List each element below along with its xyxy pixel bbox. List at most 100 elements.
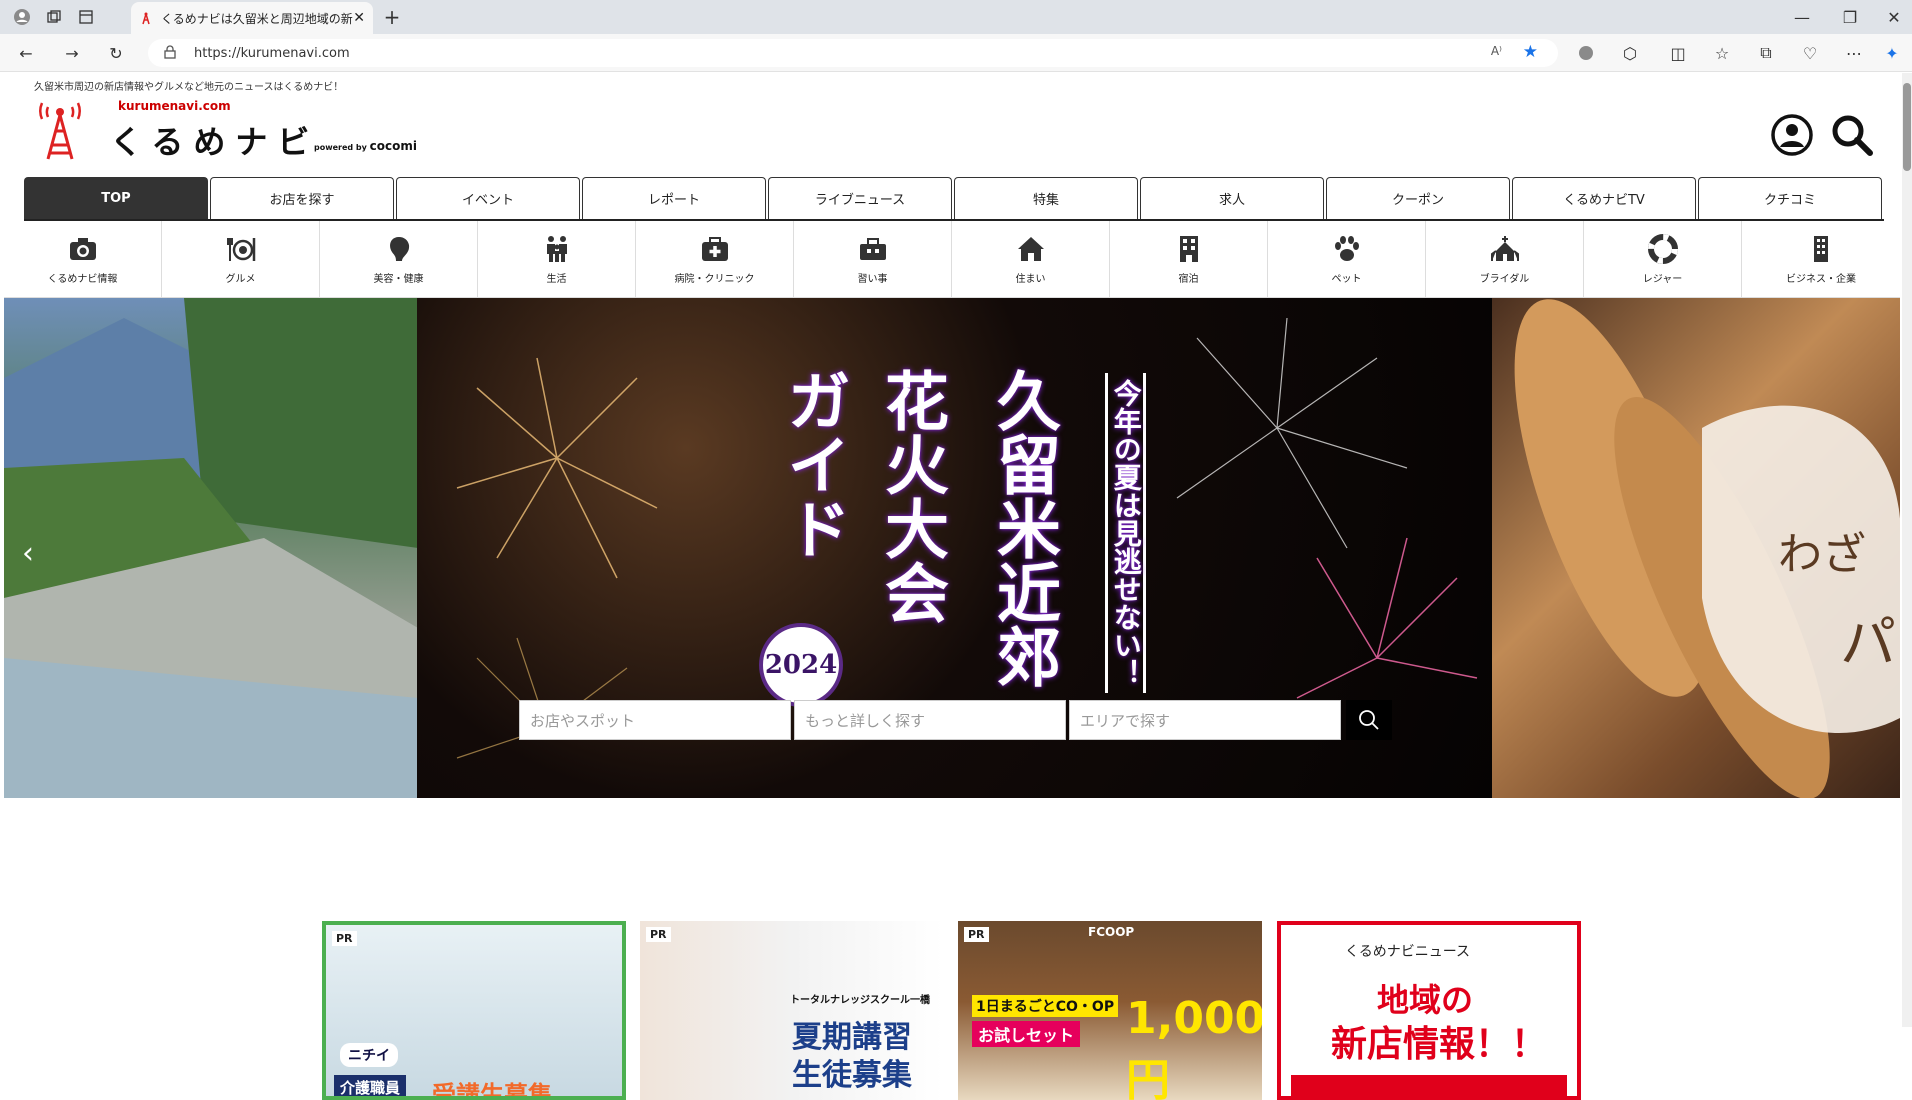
- url-field[interactable]: https://kurumenavi.com A⁾ ★: [148, 39, 1558, 67]
- page-scrollbar[interactable]: [1902, 73, 1912, 1027]
- river-landscape-image: [4, 298, 418, 798]
- powered-by-brand: cocomi: [369, 139, 418, 153]
- bread-slide-text: わざ: [1778, 529, 1866, 580]
- category-medical[interactable]: 病院・クリニック: [636, 221, 794, 298]
- area-search-input[interactable]: エリアで探す: [1069, 700, 1341, 740]
- school-name: トータルナレッジスクール一橋: [790, 995, 930, 1006]
- user-account-icon[interactable]: [1770, 113, 1814, 157]
- reload-icon[interactable]: ↻: [102, 39, 130, 67]
- tab-close-icon[interactable]: ✕: [353, 10, 365, 26]
- nav-tab-jobs[interactable]: 求人: [1140, 177, 1324, 219]
- nav-tab-coupons[interactable]: クーポン: [1326, 177, 1510, 219]
- minimize-icon[interactable]: —: [1788, 3, 1816, 31]
- favorites-icon[interactable]: ☆: [1708, 39, 1736, 67]
- category-label: ビジネス・企業: [1786, 274, 1856, 285]
- banner-subhead: お試しセット: [972, 1021, 1081, 1047]
- profile-icon[interactable]: [8, 3, 36, 31]
- back-icon[interactable]: ←: [12, 39, 40, 67]
- category-life[interactable]: 生活: [478, 221, 636, 298]
- category-beauty[interactable]: 美容・健康: [320, 221, 478, 298]
- category-gourmet[interactable]: グルメ: [162, 221, 320, 298]
- category-info[interactable]: くるめナビ情報: [4, 221, 162, 298]
- hotel-icon: [1179, 236, 1198, 262]
- scrollbar-thumb[interactable]: [1903, 83, 1911, 171]
- banner-headline: 夏期講習: [792, 1020, 912, 1055]
- camera-icon: [69, 238, 96, 260]
- web-page: 久留米市周辺の新店情報やグルメなど地元のニュースはくるめナビ！ kurumena…: [0, 73, 1912, 1100]
- nav-tab-features[interactable]: 特集: [954, 177, 1138, 219]
- category-label: ペット: [1331, 274, 1362, 285]
- nav-tab-reviews[interactable]: クチコミ: [1698, 177, 1882, 219]
- nav-tab-top[interactable]: TOP: [24, 177, 208, 219]
- slide-fireworks[interactable]: 久留米近郊 花火大会 ガイド 今年の夏は見逃せない！ 2024 お店やスポット …: [417, 298, 1492, 798]
- browser-essentials-icon[interactable]: ♡: [1796, 39, 1824, 67]
- powered-by-label: powered by: [314, 143, 367, 152]
- vertical-tabs-icon[interactable]: [72, 3, 100, 31]
- extensions-icon[interactable]: ⬡: [1616, 39, 1644, 67]
- banner-headline: 1日まるごとCO・OP: [972, 995, 1119, 1017]
- category-bridal[interactable]: ブライダル: [1426, 221, 1584, 298]
- read-aloud-icon[interactable]: A⁾: [1491, 44, 1502, 58]
- main-nav: TOP お店を探す イベント レポート ライブニュース 特集 求人 クーポン く…: [24, 177, 1884, 221]
- nav-tab-live-news[interactable]: ライブニュース: [768, 177, 952, 219]
- slide-bread[interactable]: わざ パ: [1492, 298, 1900, 798]
- magnifier-icon: [1359, 710, 1379, 730]
- split-screen-icon[interactable]: ◫: [1664, 39, 1692, 67]
- banner-subhead: 受講生募集: [432, 1081, 552, 1100]
- category-lodging[interactable]: 宿泊: [1110, 221, 1268, 298]
- nav-tab-events[interactable]: イベント: [396, 177, 580, 219]
- dining-icon: [226, 238, 255, 261]
- pr-tag: PR: [332, 931, 357, 946]
- nav-tab-shops[interactable]: お店を探す: [210, 177, 394, 219]
- slider-prev-icon[interactable]: ‹: [22, 536, 34, 571]
- more-menu-icon[interactable]: ⋯: [1840, 39, 1868, 67]
- favorite-star-icon[interactable]: ★: [1523, 42, 1538, 62]
- slide-river-photo[interactable]: ‹: [4, 298, 418, 798]
- logo-url: kurumenavi.com: [118, 99, 231, 113]
- lock-icon: [164, 45, 176, 63]
- category-housing[interactable]: 住まい: [952, 221, 1110, 298]
- search-icon[interactable]: [1830, 113, 1874, 157]
- category-label: 美容・健康: [373, 274, 424, 285]
- favicon-icon: [142, 12, 150, 25]
- logo-name[interactable]: くるめナビ: [110, 117, 319, 163]
- category-leisure[interactable]: レジャー: [1584, 221, 1742, 298]
- chapel-icon: [1490, 236, 1519, 261]
- banner-new-shops[interactable]: くるめナビニュース 地域の 新店情報！！: [1277, 921, 1581, 1100]
- banner-nichii[interactable]: PR ニチイ 介護職員 受講生募集: [322, 921, 626, 1100]
- workspaces-icon[interactable]: [40, 3, 68, 31]
- lesson-icon: [859, 238, 886, 260]
- nav-tab-tv[interactable]: くるめナビTV: [1512, 177, 1696, 219]
- extension-shield-icon[interactable]: [1572, 39, 1600, 67]
- hero-search-button[interactable]: [1346, 700, 1392, 740]
- category-label: くるめナビ情報: [47, 274, 118, 285]
- year-badge: 2024: [759, 623, 843, 707]
- detail-search-input[interactable]: もっと詳しく探す: [794, 700, 1066, 740]
- hero-title-line3: ガイド: [776, 368, 851, 560]
- banner-coop[interactable]: PR FCOOP 1日まるごとCO・OP お試しセット 1,000円: [958, 921, 1262, 1100]
- nav-tab-reports[interactable]: レポート: [582, 177, 766, 219]
- collections-icon[interactable]: ⧉: [1752, 39, 1780, 67]
- radio-tower-icon[interactable]: [34, 101, 86, 161]
- active-browser-tab[interactable]: くるめナビは久留米と周辺地域の新店... ✕: [131, 2, 373, 34]
- new-tab-button[interactable]: +: [378, 3, 406, 31]
- category-business[interactable]: ビジネス・企業: [1742, 221, 1900, 298]
- pr-tag: PR: [964, 927, 989, 942]
- banner-school[interactable]: PR トータルナレッジスクール一橋 夏期講習 生徒募集: [640, 921, 944, 1100]
- category-pets[interactable]: ペット: [1268, 221, 1426, 298]
- paw-icon: [1334, 236, 1359, 261]
- category-lessons[interactable]: 習い事: [794, 221, 952, 298]
- category-label: 病院・クリニック: [674, 274, 755, 285]
- category-label: 宿泊: [1178, 274, 1199, 285]
- copilot-icon[interactable]: ✦: [1878, 39, 1906, 67]
- restore-icon[interactable]: ❐: [1836, 3, 1864, 31]
- medical-icon: [701, 237, 728, 261]
- banner-subhead: 生徒募集: [792, 1058, 912, 1093]
- close-icon[interactable]: ✕: [1880, 3, 1908, 31]
- hero-title-line1: 久留米近郊: [986, 368, 1061, 688]
- banner-subhead: 新店情報！！: [1331, 1024, 1548, 1065]
- category-label: 生活: [546, 274, 567, 285]
- forward-icon[interactable]: →: [58, 39, 86, 67]
- tab-title: くるめナビは久留米と周辺地域の新店...: [161, 11, 353, 26]
- spot-search-input[interactable]: お店やスポット: [519, 700, 791, 740]
